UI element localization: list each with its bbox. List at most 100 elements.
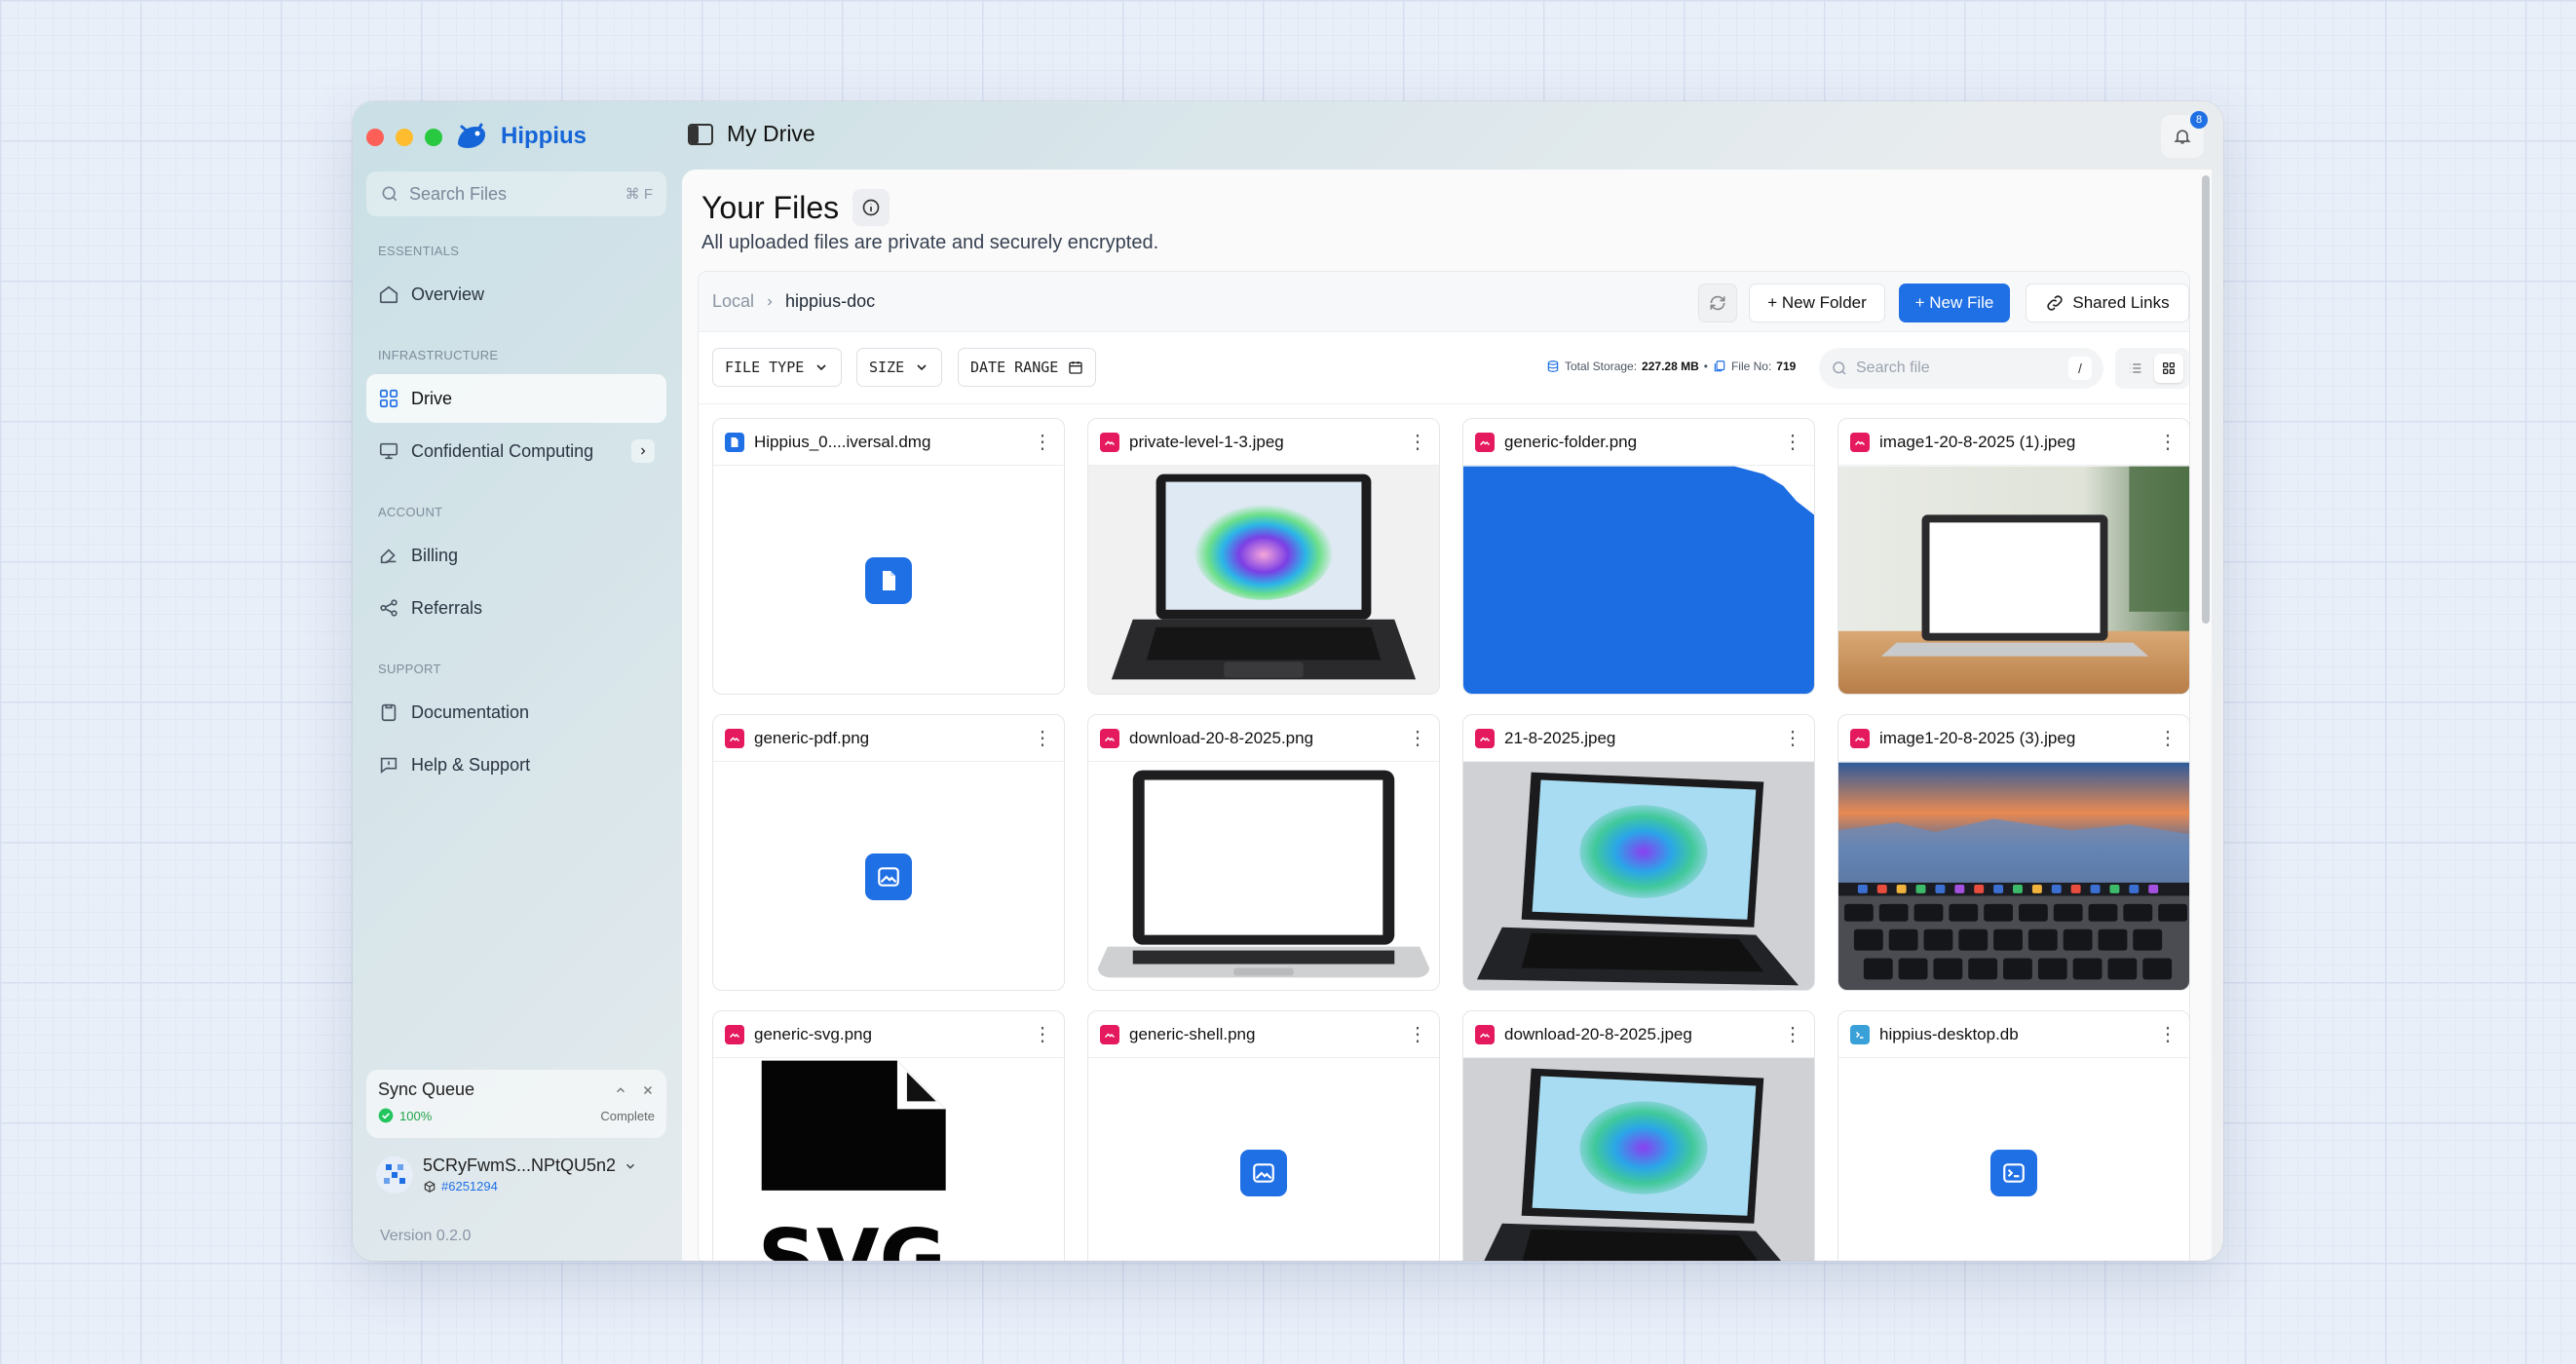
image-preview (1463, 1058, 1814, 1261)
file-search-input[interactable]: Search file / (1819, 348, 2103, 389)
grid-icon (2163, 362, 2175, 374)
file-card[interactable]: generic-pdf.png ⋮ (712, 714, 1065, 991)
list-view-button[interactable] (2121, 354, 2150, 383)
file-card[interactable]: image1-20-8-2025 (3).jpeg ⋮ (1837, 714, 2190, 991)
toolbar: Local hippius-doc + New Folder + New Fil… (699, 272, 2189, 332)
breadcrumb-local[interactable]: Local (712, 291, 754, 312)
sidebar-item-help-support[interactable]: Help & Support (366, 740, 666, 789)
file-name: download-20-8-2025.png (1129, 728, 1314, 747)
app-name: Hippius (501, 123, 587, 149)
chevron-down-icon (626, 1163, 635, 1169)
main-content: Your Files All uploaded files are privat… (682, 170, 2212, 1261)
section-account: ACCOUNT (378, 505, 443, 519)
more-options-icon[interactable]: ⋮ (1783, 729, 1802, 748)
file-preview (1838, 1058, 2189, 1261)
grid-view-button[interactable] (2154, 354, 2183, 383)
file-name: image1-20-8-2025 (3).jpeg (1879, 728, 2076, 747)
file-name: 21-8-2025.jpeg (1504, 728, 1616, 747)
file-card[interactable]: generic-svg.png ⋮ SVG (712, 1010, 1065, 1261)
file-card[interactable]: 21-8-2025.jpeg ⋮ (1462, 714, 1815, 991)
file-name: generic-folder.png (1504, 432, 1638, 451)
image-type-icon (1475, 1024, 1495, 1044)
sync-queue: Sync Queue 100% Complete (366, 1070, 666, 1138)
image-type-icon (1475, 728, 1495, 748)
files-title: Your Files (701, 189, 840, 225)
more-options-icon[interactable]: ⋮ (1033, 1025, 1052, 1044)
breadcrumb: Local hippius-doc (712, 291, 875, 312)
more-options-icon[interactable]: ⋮ (1783, 433, 1802, 452)
svg-text:SVG: SVG (758, 1211, 946, 1261)
more-options-icon[interactable]: ⋮ (1033, 433, 1052, 452)
check-circle-icon (378, 1108, 394, 1123)
size-filter[interactable]: SIZE (856, 348, 943, 387)
billing-icon (380, 549, 397, 564)
chevron-up-icon[interactable] (614, 1083, 627, 1097)
image-type-icon (725, 1024, 744, 1044)
monitor-icon (379, 442, 398, 460)
files-panel: Local hippius-doc + New Folder + New Fil… (698, 271, 2190, 1261)
sidebar-item-label: Referrals (411, 597, 483, 618)
file-card[interactable]: image1-20-8-2025 (1).jpeg ⋮ (1837, 418, 2190, 695)
image-preview (1838, 466, 2189, 694)
sidebar-item-billing[interactable]: Billing (366, 531, 666, 580)
hippius-logo-icon (458, 123, 485, 148)
shared-links-button[interactable]: Shared Links (2026, 284, 2189, 322)
cube-icon (424, 1180, 436, 1193)
file-name: generic-svg.png (754, 1024, 872, 1043)
list-icon (2130, 363, 2141, 373)
file-card[interactable]: download-20-8-2025.png ⋮ (1087, 714, 1440, 991)
more-options-icon[interactable]: ⋮ (1408, 1025, 1427, 1044)
close-window-button[interactable] (366, 129, 384, 146)
date-range-filter[interactable]: DATE RANGE (958, 348, 1097, 387)
refresh-icon (1710, 295, 1725, 311)
minimize-window-button[interactable] (396, 129, 413, 146)
more-options-icon[interactable]: ⋮ (2158, 729, 2178, 748)
image-preview (1088, 762, 1439, 990)
maximize-window-button[interactable] (425, 129, 442, 146)
account-switcher[interactable]: 5CRyFwmS...NPtQU5n2 #6251294 (376, 1156, 637, 1194)
shared-links-label: Shared Links (2072, 293, 2170, 312)
sidebar-item-drive[interactable]: Drive (366, 374, 666, 423)
calendar-icon (1069, 361, 1082, 374)
file-card[interactable]: generic-shell.png ⋮ (1087, 1010, 1440, 1261)
sidebar-search[interactable]: Search Files ⌘ F (366, 171, 666, 216)
notifications-button[interactable]: 8 (2161, 111, 2208, 158)
refresh-button[interactable] (1698, 284, 1737, 322)
image-preview (1088, 466, 1439, 694)
chevron-right-icon[interactable] (631, 439, 655, 463)
image-type-icon (725, 728, 744, 748)
view-toggle (2115, 348, 2189, 389)
sidebar-item-overview[interactable]: Overview (366, 270, 666, 319)
file-type-label: FILE TYPE (725, 359, 805, 376)
more-options-icon[interactable]: ⋮ (2158, 1025, 2178, 1044)
notification-badge: 8 (2190, 111, 2208, 129)
file-type-filter[interactable]: FILE TYPE (712, 348, 843, 387)
new-folder-button[interactable]: + New Folder (1749, 284, 1885, 322)
info-button[interactable] (852, 189, 890, 226)
file-card[interactable]: generic-folder.png ⋮ (1462, 418, 1815, 695)
more-options-icon[interactable]: ⋮ (1033, 729, 1052, 748)
file-card[interactable]: private-level-1-3.jpeg ⋮ (1087, 418, 1440, 695)
more-options-icon[interactable]: ⋮ (1408, 433, 1427, 452)
sidebar-toggle-icon[interactable] (688, 123, 713, 146)
file-card[interactable]: download-20-8-2025.jpeg ⋮ (1462, 1010, 1815, 1261)
document-icon (865, 557, 912, 604)
close-icon[interactable] (641, 1083, 655, 1097)
sidebar-item-documentation[interactable]: Documentation (366, 688, 666, 737)
breadcrumb-current[interactable]: hippius-doc (785, 291, 875, 312)
clipboard-icon (381, 703, 397, 722)
image-preview (1463, 762, 1814, 990)
info-icon (862, 199, 880, 216)
more-options-icon[interactable]: ⋮ (1783, 1025, 1802, 1044)
more-options-icon[interactable]: ⋮ (2158, 433, 2178, 452)
section-infrastructure: INFRASTRUCTURE (378, 348, 499, 362)
file-preview (713, 762, 1064, 990)
new-file-button[interactable]: + New File (1899, 284, 2010, 322)
file-card[interactable]: hippius-desktop.db ⋮ (1837, 1010, 2190, 1261)
sidebar-item-confidential-computing[interactable]: Confidential Computing (366, 427, 666, 475)
sidebar-item-referrals[interactable]: Referrals (366, 584, 666, 632)
more-options-icon[interactable]: ⋮ (1408, 729, 1427, 748)
scrollbar[interactable] (2202, 175, 2210, 624)
file-card[interactable]: Hippius_0....iversal.dmg ⋮ (712, 418, 1065, 695)
bell-icon (2174, 130, 2191, 144)
